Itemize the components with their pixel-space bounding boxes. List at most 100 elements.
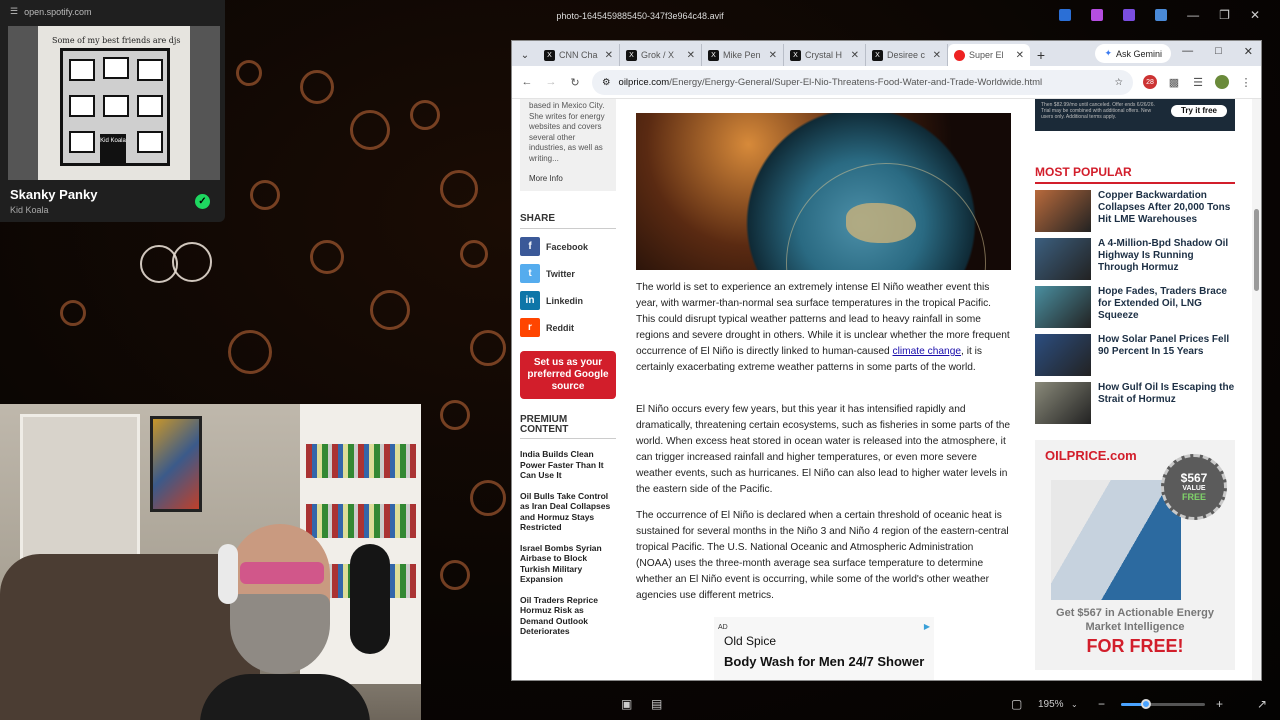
close-tab-icon[interactable]: ✕ xyxy=(933,50,941,61)
article-thumbnail[interactable] xyxy=(1035,286,1091,328)
facebook-icon: f xyxy=(520,237,540,256)
ad-product: Body Wash for Men 24/7 Shower xyxy=(724,654,925,669)
window-drawing xyxy=(137,95,163,117)
close-icon[interactable]: ✕ xyxy=(1244,45,1253,58)
maximize-icon[interactable]: □ xyxy=(1215,45,1222,58)
premium-article-link[interactable]: Israel Bombs Syrian Airbase to Block Tur… xyxy=(520,543,616,585)
saved-check-icon[interactable]: ✓ xyxy=(195,194,210,209)
most-popular-title[interactable]: How Solar Panel Prices Fell 90 Percent I… xyxy=(1098,334,1235,376)
inline-ad[interactable]: AD ▶ Old Spice Body Wash for Men 24/7 Sh… xyxy=(714,617,934,680)
browser-tab[interactable]: X Mike Pen ✕ xyxy=(702,44,784,66)
fullscreen-icon[interactable]: ↗ xyxy=(1257,697,1267,711)
book-row xyxy=(306,444,416,478)
chevron-down-icon[interactable]: ⌄ xyxy=(1071,700,1078,709)
article-thumbnail[interactable] xyxy=(1035,334,1091,376)
seal-value-label: VALUE xyxy=(1182,485,1206,492)
most-popular-item[interactable]: Copper Backwardation Collapses After 20,… xyxy=(1035,190,1235,232)
browser-tab[interactable]: Super El ✕ xyxy=(948,44,1030,66)
most-popular-title[interactable]: Hope Fades, Traders Brace for Extended O… xyxy=(1098,286,1235,328)
zoom-in-icon[interactable]: + xyxy=(1216,697,1223,711)
zoom-slider-thumb[interactable] xyxy=(1141,699,1152,709)
close-icon[interactable]: ✕ xyxy=(1250,8,1260,22)
oilprice-ad[interactable]: OILPRICE.com $567 VALUE FREE Get $567 in… xyxy=(1035,440,1235,670)
close-tab-icon[interactable]: ✕ xyxy=(687,50,695,61)
share-facebook[interactable]: f Facebook xyxy=(520,237,616,256)
article-thumbnail[interactable] xyxy=(1035,190,1091,232)
extension-icon[interactable]: 28 xyxy=(1143,75,1157,89)
app-icon[interactable] xyxy=(1123,9,1136,21)
most-popular-item[interactable]: How Solar Panel Prices Fell 90 Percent I… xyxy=(1035,334,1235,376)
most-popular-title[interactable]: Copper Backwardation Collapses After 20,… xyxy=(1098,190,1235,232)
most-popular-title[interactable]: How Gulf Oil Is Escaping the Strait of H… xyxy=(1098,382,1235,424)
try-it-free-button[interactable]: Try it free xyxy=(1170,105,1227,117)
minimize-icon[interactable]: — xyxy=(1182,45,1193,58)
premium-article-link[interactable]: Oil Bulls Take Control as Iran Deal Coll… xyxy=(520,491,616,533)
browser-tab[interactable]: X Crystal H ✕ xyxy=(784,44,866,66)
app-icon[interactable] xyxy=(1059,9,1072,21)
new-tab-button[interactable]: + xyxy=(1030,44,1052,66)
wall-painting xyxy=(150,416,202,512)
premium-article-link[interactable]: India Builds Clean Power Faster Than It … xyxy=(520,449,616,481)
close-tab-icon[interactable]: ✕ xyxy=(769,50,777,61)
restore-icon[interactable]: ❐ xyxy=(1219,8,1230,22)
back-icon[interactable]: ← xyxy=(520,75,534,89)
site-info-icon[interactable]: ⚙ xyxy=(602,77,611,88)
most-popular-title[interactable]: A 4-Million-Bpd Shadow Oil Highway Is Ru… xyxy=(1098,238,1235,280)
close-tab-icon[interactable]: ✕ xyxy=(851,50,859,61)
most-popular-item[interactable]: Hope Fades, Traders Brace for Extended O… xyxy=(1035,286,1235,328)
most-popular-item[interactable]: How Gulf Oil Is Escaping the Strait of H… xyxy=(1035,382,1235,424)
album-art[interactable]: Some of my best friends are djs Kid Koal… xyxy=(8,26,220,180)
forward-icon[interactable]: → xyxy=(544,75,558,89)
profile-avatar[interactable] xyxy=(1215,75,1229,89)
settings-sliders-icon[interactable]: ☰ xyxy=(10,6,18,17)
most-popular-item[interactable]: A 4-Million-Bpd Shadow Oil Highway Is Ru… xyxy=(1035,238,1235,280)
ask-gemini-button[interactable]: ✦ Ask Gemini xyxy=(1095,44,1171,63)
zoom-slider[interactable] xyxy=(1121,699,1205,709)
share-linkedin[interactable]: in Linkedin xyxy=(520,291,616,310)
tab-label: Mike Pen xyxy=(723,50,761,60)
article-thumbnail[interactable] xyxy=(1035,238,1091,280)
zoom-level[interactable]: 195% xyxy=(1038,699,1064,710)
climate-change-link[interactable]: climate change xyxy=(893,346,962,357)
article-paragraph: El Niño occurs every few years, but this… xyxy=(636,404,1011,495)
reddit-icon: r xyxy=(520,318,540,337)
scan-text-icon[interactable]: ▤ xyxy=(651,697,662,711)
aspect-icon[interactable]: ▢ xyxy=(1011,697,1022,711)
close-tab-icon[interactable]: ✕ xyxy=(605,50,613,61)
reload-icon[interactable]: ↻ xyxy=(568,75,582,89)
browser-tab[interactable]: X Grok / X ✕ xyxy=(620,44,702,66)
value-seal: $567 VALUE FREE xyxy=(1161,454,1227,520)
ad-choices-icon[interactable]: ▶ xyxy=(924,619,930,635)
address-bar[interactable]: ⚙ oilprice.com/Energy/Energy-General/Sup… xyxy=(592,69,1133,95)
article-thumbnail[interactable] xyxy=(1035,382,1091,424)
premium-article-link[interactable]: Oil Traders Reprice Hormuz Risk as Deman… xyxy=(520,595,616,637)
menu-dots-icon[interactable]: ⋮ xyxy=(1239,75,1253,89)
spotify-url-text: open.spotify.com xyxy=(24,6,92,17)
minimize-icon[interactable]: — xyxy=(1187,8,1199,22)
x-logo-icon: X xyxy=(544,49,555,61)
zoom-out-icon[interactable]: − xyxy=(1098,697,1105,711)
scrollbar-thumb[interactable] xyxy=(1254,209,1259,291)
ad-brand: Old Spice xyxy=(724,634,777,648)
share-label: Twitter xyxy=(546,268,575,279)
app-icon[interactable] xyxy=(1155,9,1168,21)
app-icon[interactable] xyxy=(1091,9,1104,21)
fit-screen-icon[interactable]: ▣ xyxy=(621,697,632,711)
extensions-puzzle-icon[interactable]: ▩ xyxy=(1167,75,1181,89)
promo-fine-print: Then $82.99/mo until canceled. Offer end… xyxy=(1041,102,1155,120)
bokeh-ring xyxy=(350,110,390,150)
bookmark-star-icon[interactable]: ☆ xyxy=(1114,77,1123,88)
window-drawing xyxy=(103,57,129,79)
share-twitter[interactable]: t Twitter xyxy=(520,264,616,283)
close-tab-icon[interactable]: ✕ xyxy=(1016,50,1024,61)
tab-search-icon[interactable]: ⌄ xyxy=(512,44,538,66)
browser-tab[interactable]: X CNN Cha ✕ xyxy=(538,44,620,66)
page-scrollbar[interactable] xyxy=(1252,99,1261,680)
share-reddit[interactable]: r Reddit xyxy=(520,318,616,337)
track-title[interactable]: Skanky Panky xyxy=(10,187,97,202)
track-artist[interactable]: Kid Koala xyxy=(10,205,49,215)
preferred-google-source-button[interactable]: Set us as your preferred Google source xyxy=(520,351,616,399)
more-info-link[interactable]: More Info xyxy=(529,174,607,185)
reading-list-icon[interactable]: ☰ xyxy=(1191,75,1205,89)
browser-tab[interactable]: X Desiree c ✕ xyxy=(866,44,948,66)
